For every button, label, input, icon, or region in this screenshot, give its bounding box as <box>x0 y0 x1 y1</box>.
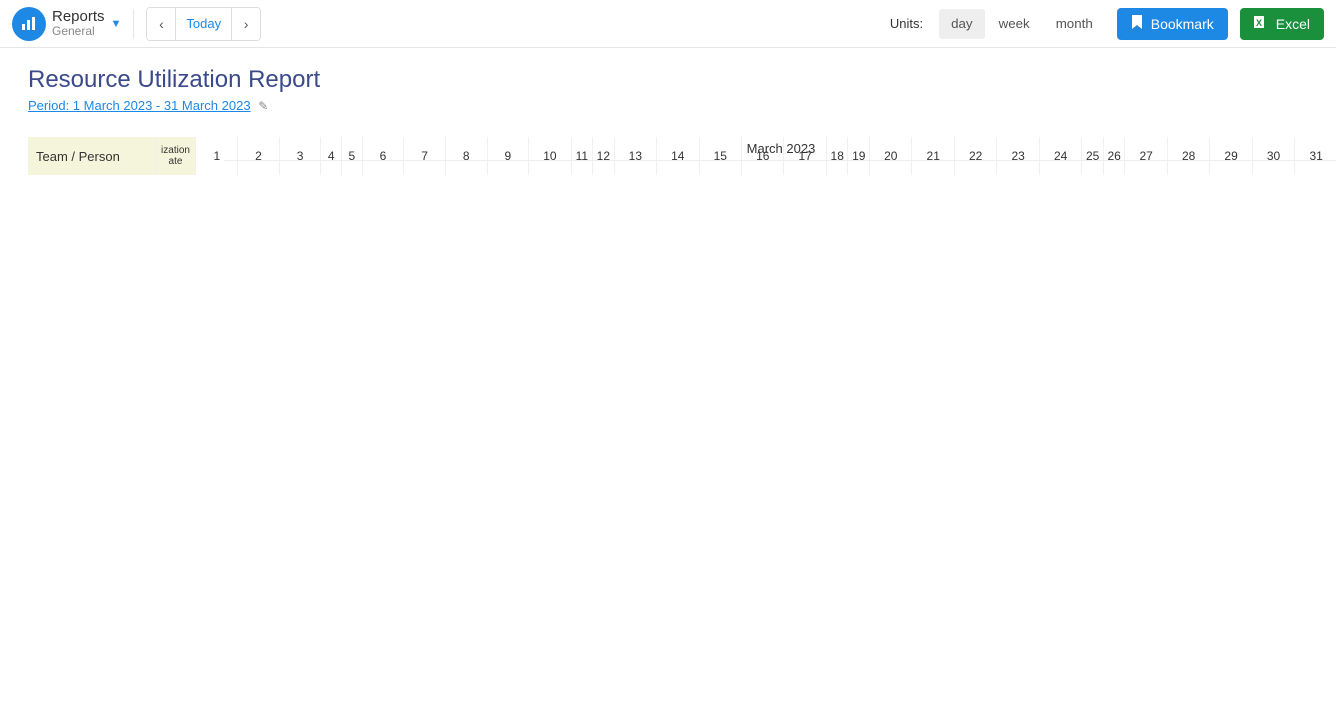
next-button[interactable]: › <box>232 8 260 40</box>
col-header-rate[interactable]: ization ate <box>155 137 196 175</box>
col-header-name[interactable]: Team / Person <box>28 137 155 175</box>
prev-button[interactable]: ‹ <box>147 8 175 40</box>
today-button[interactable]: Today <box>175 8 232 40</box>
unit-day[interactable]: day <box>939 9 985 39</box>
bookmark-icon <box>1131 15 1143 32</box>
units-group: dayweekmonth <box>939 9 1105 39</box>
unit-month[interactable]: month <box>1044 9 1105 39</box>
excel-button[interactable]: X Excel <box>1240 8 1324 40</box>
excel-icon: X <box>1254 15 1268 32</box>
chevron-down-icon: ▼ <box>111 18 122 30</box>
period-link[interactable]: Period: 1 March 2023 - 31 March 2023 <box>28 98 251 113</box>
content: Resource Utilization Report Period: 1 Ma… <box>0 48 1336 175</box>
module-name: Reports <box>52 9 105 26</box>
bookmark-label: Bookmark <box>1151 16 1214 32</box>
topbar: Reports General ▼ ‹ Today › Units: daywe… <box>0 0 1336 48</box>
table-wrap: March 2023 Team / Personization ate12345… <box>28 137 1336 175</box>
svg-text:X: X <box>1256 18 1262 28</box>
month-header: March 2023 <box>224 137 1336 161</box>
unit-week[interactable]: week <box>987 9 1042 39</box>
module-selector[interactable]: Reports General ▼ <box>12 7 121 41</box>
module-sub: General <box>52 25 105 38</box>
divider <box>133 9 134 39</box>
bookmark-button[interactable]: Bookmark <box>1117 8 1228 40</box>
date-nav: ‹ Today › <box>146 7 261 41</box>
pencil-icon[interactable]: ✎ <box>258 99 268 113</box>
reports-icon <box>12 7 46 41</box>
units-label: Units: <box>890 16 923 31</box>
page-title: Resource Utilization Report <box>28 66 1336 94</box>
excel-label: Excel <box>1276 16 1310 32</box>
